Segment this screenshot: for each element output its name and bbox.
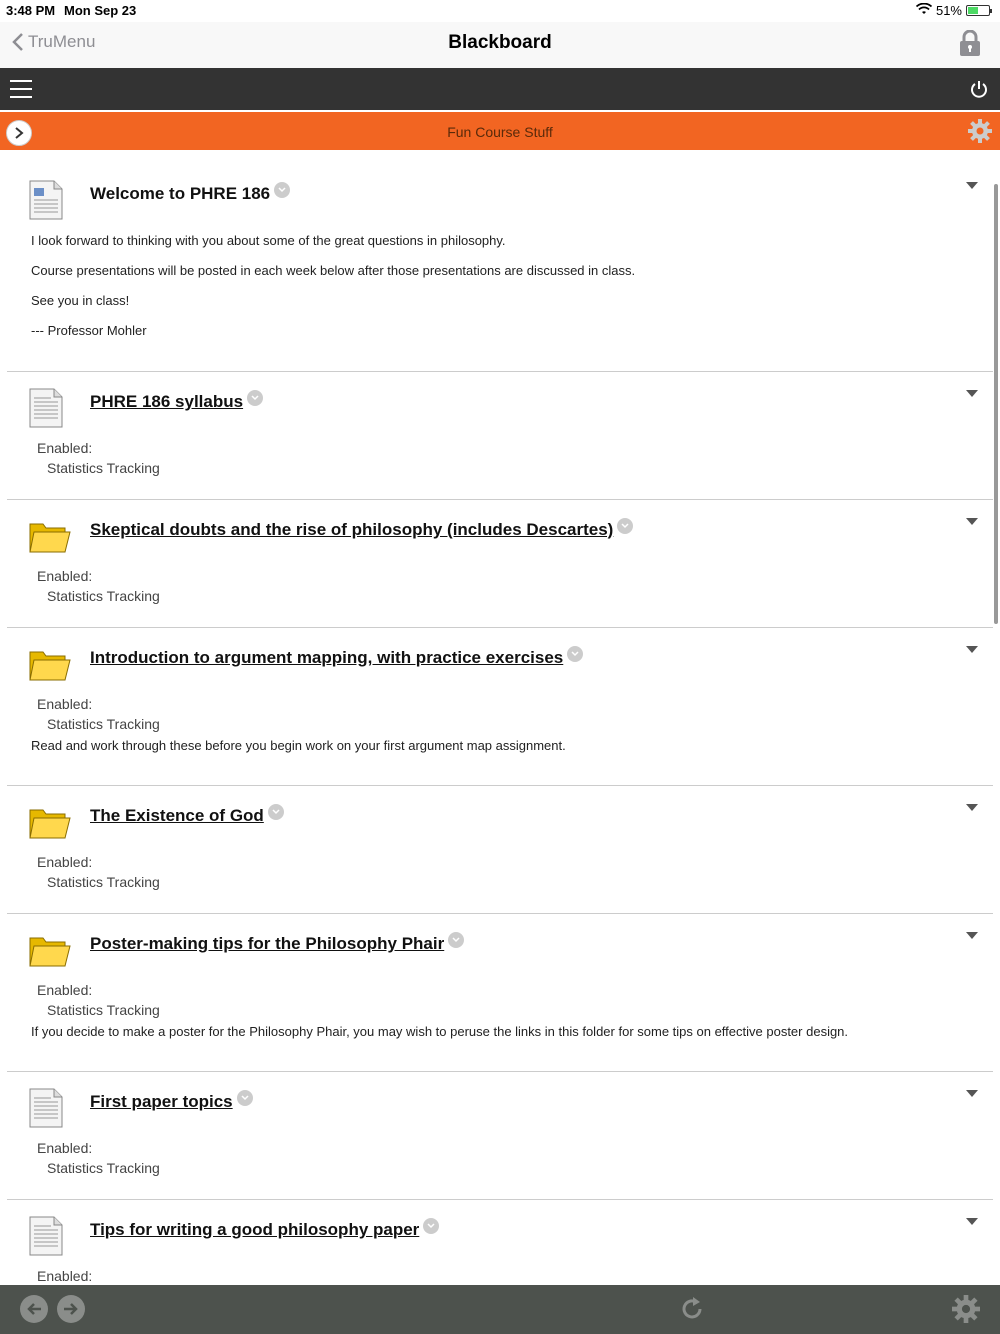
item-title-row: Introduction to argument mapping, with p… xyxy=(90,646,584,668)
course-header: Fun Course Stuff xyxy=(0,112,1000,150)
wifi-icon xyxy=(915,2,933,18)
tracking-label: Statistics Tracking xyxy=(47,1160,160,1176)
item-title-row: Welcome to PHRE 186 xyxy=(90,182,291,204)
content-list[interactable]: Welcome to PHRE 186 I look forward to th… xyxy=(0,150,1000,1284)
folder-icon xyxy=(29,934,71,973)
item-paragraph: Course presentations will be posted in e… xyxy=(31,263,636,278)
item-title-row: PHRE 186 syllabus xyxy=(90,390,264,412)
document-icon xyxy=(29,388,63,433)
item-title-row: Tips for writing a good philosophy paper xyxy=(90,1218,440,1240)
tracking-label: Statistics Tracking xyxy=(47,874,160,890)
item-options-chevron-icon[interactable] xyxy=(423,1218,440,1234)
battery-percent: 51% xyxy=(935,3,962,18)
tracking-label: Statistics Tracking xyxy=(47,1002,160,1018)
list-item: PHRE 186 syllabus Enabled: Statistics Tr… xyxy=(7,372,993,500)
expand-arrow-icon[interactable] xyxy=(966,518,978,525)
hamburger-menu-icon[interactable] xyxy=(10,80,32,103)
expand-arrow-icon[interactable] xyxy=(966,646,978,653)
item-description: If you decide to make a poster for the P… xyxy=(31,1024,849,1039)
list-item: Skeptical doubts and the rise of philoso… xyxy=(7,500,993,628)
item-options-chevron-icon[interactable] xyxy=(567,646,584,662)
forward-arrow-button[interactable] xyxy=(57,1295,85,1323)
item-title-link[interactable]: PHRE 186 syllabus xyxy=(90,392,243,412)
expand-arrow-icon[interactable] xyxy=(966,804,978,811)
document-icon xyxy=(29,1216,63,1261)
battery-fill xyxy=(968,7,979,14)
document-icon xyxy=(29,1088,63,1133)
enabled-label: Enabled: xyxy=(37,568,93,584)
item-options-chevron-icon[interactable] xyxy=(236,1090,253,1106)
folder-icon xyxy=(29,648,71,687)
item-options-chevron-icon[interactable] xyxy=(247,390,264,406)
item-title-link[interactable]: Introduction to argument mapping, with p… xyxy=(90,648,563,668)
bottom-toolbar xyxy=(0,1285,1000,1334)
power-icon[interactable] xyxy=(970,80,988,103)
item-paragraph: I look forward to thinking with you abou… xyxy=(31,233,506,248)
enabled-label: Enabled: xyxy=(37,696,93,712)
navigation-bar: TruMenu Blackboard xyxy=(0,22,1000,68)
item-options-chevron-icon[interactable] xyxy=(274,182,291,198)
course-name: Fun Course Stuff xyxy=(447,124,553,140)
settings-gear-icon[interactable] xyxy=(952,1295,980,1328)
item-options-chevron-icon[interactable] xyxy=(448,932,465,948)
folder-icon xyxy=(29,520,71,559)
item-title-row: Poster-making tips for the Philosophy Ph… xyxy=(90,932,465,954)
battery-icon xyxy=(966,5,992,16)
page-title: Blackboard xyxy=(448,32,552,53)
tracking-label: Statistics Tracking xyxy=(47,588,160,604)
enabled-label: Enabled: xyxy=(37,854,93,870)
main-toolbar xyxy=(0,68,1000,110)
arrow-right-icon xyxy=(64,1303,78,1315)
enabled-label: Enabled: xyxy=(37,1140,93,1156)
enabled-label: Enabled: xyxy=(37,982,93,998)
list-item: Tips for writing a good philosophy paper… xyxy=(7,1200,993,1284)
item-title: Welcome to PHRE 186 xyxy=(90,184,271,203)
item-title-row: The Existence of God xyxy=(90,804,284,826)
item-title-link[interactable]: Tips for writing a good philosophy paper xyxy=(90,1220,419,1240)
item-title-link[interactable]: First paper topics xyxy=(90,1092,233,1112)
refresh-icon[interactable] xyxy=(678,1295,706,1328)
enabled-label: Enabled: xyxy=(37,1268,93,1284)
status-time: 3:48 PM xyxy=(6,3,56,18)
item-options-chevron-icon[interactable] xyxy=(267,804,284,820)
list-item: The Existence of God Enabled: Statistics… xyxy=(7,786,993,914)
document-icon xyxy=(29,180,63,225)
item-title-link[interactable]: Poster-making tips for the Philosophy Ph… xyxy=(90,934,444,954)
item-title-link[interactable]: The Existence of God xyxy=(90,806,264,826)
list-item: Introduction to argument mapping, with p… xyxy=(7,628,993,786)
expand-arrow-icon[interactable] xyxy=(966,1090,978,1097)
tracking-label: Statistics Tracking xyxy=(47,460,160,476)
expand-arrow-icon[interactable] xyxy=(966,390,978,397)
arrow-left-icon xyxy=(27,1303,41,1315)
item-paragraph: See you in class! xyxy=(31,293,130,308)
course-settings-gear-icon[interactable] xyxy=(968,119,992,148)
list-item: Poster-making tips for the Philosophy Ph… xyxy=(7,914,993,1072)
back-arrow-button[interactable] xyxy=(20,1295,48,1323)
folder-icon xyxy=(29,806,71,845)
status-right: 51% xyxy=(915,2,992,18)
item-description: Read and work through these before you b… xyxy=(31,738,566,753)
status-bar: 3:48 PM Mon Sep 23 51% xyxy=(0,0,1000,22)
status-date: Mon Sep 23 xyxy=(64,3,137,18)
list-item: Welcome to PHRE 186 I look forward to th… xyxy=(7,150,993,372)
item-title-row: Skeptical doubts and the rise of philoso… xyxy=(90,518,634,540)
expand-arrow-icon[interactable] xyxy=(966,1218,978,1225)
scrollbar[interactable] xyxy=(994,184,998,624)
enabled-label: Enabled: xyxy=(37,440,93,456)
expand-arrow-icon[interactable] xyxy=(966,182,978,189)
expand-arrow-icon[interactable] xyxy=(966,932,978,939)
item-options-chevron-icon[interactable] xyxy=(617,518,634,534)
list-item: First paper topics Enabled: Statistics T… xyxy=(7,1072,993,1200)
item-paragraph: --- Professor Mohler xyxy=(31,323,147,338)
item-title-link[interactable]: Skeptical doubts and the rise of philoso… xyxy=(90,520,613,540)
item-title-row: First paper topics xyxy=(90,1090,253,1112)
tracking-label: Statistics Tracking xyxy=(47,716,160,732)
lock-icon[interactable] xyxy=(960,29,980,61)
